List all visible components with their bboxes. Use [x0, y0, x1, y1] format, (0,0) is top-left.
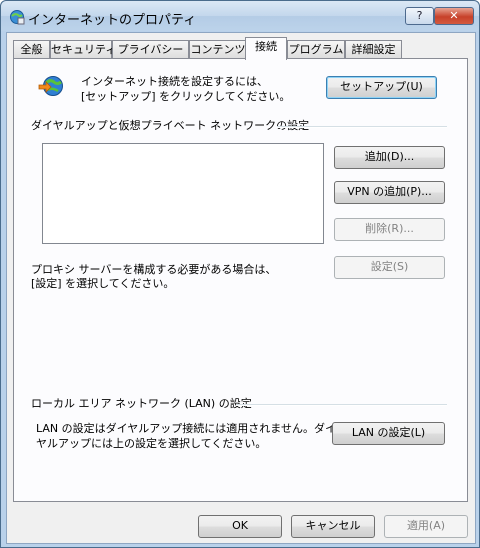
tab-content[interactable]: コンテンツ	[189, 40, 247, 59]
proxy-instruction-line1: プロキシ サーバーを構成する必要がある場合は、	[31, 263, 277, 276]
tab-programs[interactable]: プログラム	[287, 40, 345, 59]
close-button[interactable]: ✕	[434, 7, 474, 25]
setup-instruction-line2: [セットアップ] をクリックしてください。	[81, 90, 291, 103]
tab-connections[interactable]: 接続	[245, 37, 287, 60]
tab-general[interactable]: 全般	[13, 40, 50, 59]
tab-label: 全般	[20, 43, 43, 56]
help-label: ?	[416, 9, 423, 22]
window-title: インターネットのプロパティ	[28, 13, 197, 28]
ok-button[interactable]: OK	[198, 515, 282, 538]
tab-label: プログラム	[288, 43, 344, 56]
settings-button[interactable]: 設定(S)	[334, 256, 445, 279]
title-bar[interactable]: インターネットのプロパティ ? ✕	[1, 1, 479, 31]
lan-settings-button[interactable]: LAN の設定(L)	[332, 422, 445, 445]
internet-options-icon	[10, 10, 25, 25]
tab-privacy[interactable]: プライバシー	[112, 40, 189, 59]
connections-panel: インターネット接続を設定するには、 [セットアップ] をクリックしてください。 …	[13, 58, 468, 502]
close-icon: ✕	[449, 9, 459, 22]
cancel-button[interactable]: キャンセル	[291, 515, 375, 538]
lan-group-heading: ローカル エリア ネットワーク (LAN) の設定	[31, 397, 252, 410]
lan-description-line1: LAN の設定はダイヤルアップ接続には適用されません。ダイ	[36, 422, 336, 435]
apply-button[interactable]: 適用(A)	[384, 515, 468, 538]
remove-button[interactable]: 削除(R)...	[334, 218, 445, 241]
tab-security[interactable]: セキュリティ	[50, 40, 116, 59]
add-vpn-button[interactable]: VPN の追加(P)...	[334, 181, 445, 204]
tab-advanced[interactable]: 詳細設定	[345, 40, 402, 59]
tab-label: セキュリティ	[51, 43, 117, 56]
dialup-vpn-group-heading: ダイヤルアップと仮想プライベート ネットワークの設定	[31, 119, 310, 132]
add-button[interactable]: 追加(D)...	[334, 146, 445, 169]
group-divider	[236, 404, 447, 406]
tab-label: プライバシー	[117, 43, 184, 56]
help-button[interactable]: ?	[405, 7, 434, 25]
setup-instruction-line1: インターネット接続を設定するには、	[81, 75, 268, 88]
setup-button[interactable]: セットアップ(U)	[326, 76, 437, 99]
internet-properties-window: インターネットのプロパティ ? ✕ 全般 セキュリティ プライバシー コンテンツ…	[0, 0, 480, 548]
tab-label: 詳細設定	[351, 43, 396, 56]
proxy-instruction-line2: [設定] を選択してください。	[31, 277, 175, 290]
lan-description-line2: ヤルアップには上の設定を選択してください。	[36, 437, 267, 450]
group-divider	[277, 126, 447, 128]
dialog-client-area: 全般 セキュリティ プライバシー コンテンツ 接続 プログラム 詳細設定 インタ…	[6, 32, 476, 544]
tab-label: 接続	[255, 40, 277, 53]
connections-listbox[interactable]	[42, 143, 324, 244]
globe-arrow-icon	[38, 76, 63, 96]
tab-label: コンテンツ	[190, 43, 246, 56]
